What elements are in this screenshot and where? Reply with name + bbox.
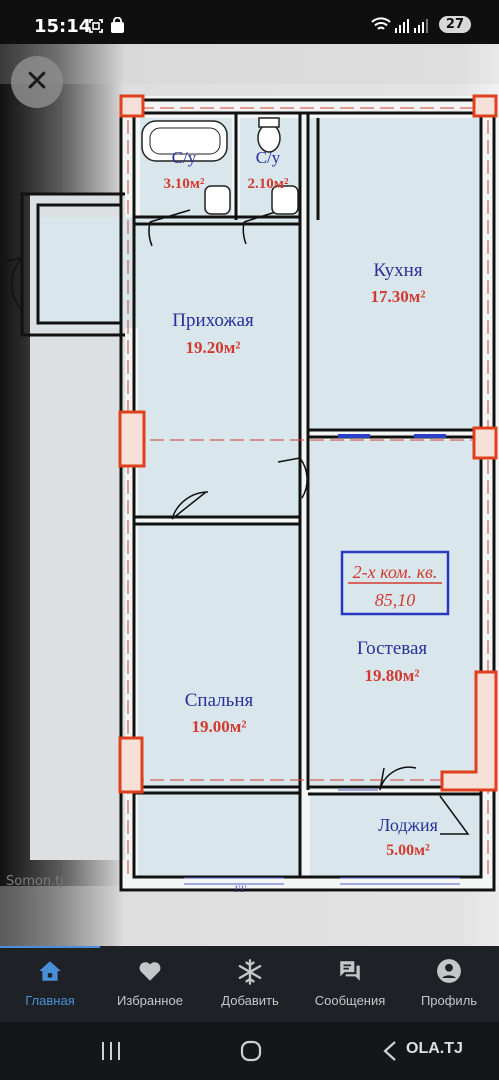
room-area-hallway: 19.20м² [186, 338, 241, 357]
shopping-bag-icon [111, 17, 124, 33]
room-name-bedroom: Спальня [185, 690, 254, 711]
wifi-icon [371, 17, 391, 30]
recent-apps-icon[interactable] [100, 1040, 122, 1062]
watermark: Somon.tj [6, 874, 64, 889]
nav-messages-label: Сообщения [314, 993, 386, 1008]
room-area-guest: 19.80м² [365, 666, 420, 685]
close-button[interactable]: ✕ [11, 56, 63, 108]
nav-home-label: Главная [25, 993, 75, 1008]
room-area-loggia: 5.00м² [386, 842, 430, 859]
floor-plan: 1'1' С/у 3.10м² С/у 2.10м² Кухня 17.30м²… [3, 94, 498, 894]
room-name-hallway: Прихожая [172, 310, 254, 331]
room-name-loggia: Лоджия [378, 815, 438, 835]
room-area-bath-1: 3.10м² [164, 176, 205, 192]
close-icon: ✕ [24, 65, 50, 98]
total-area: 85,10 [375, 590, 416, 610]
nav-favorites-label: Избранное [117, 993, 183, 1008]
apartment-type: 2-х ком. кв. [353, 562, 438, 582]
nav-add-label: Добавить [221, 993, 279, 1008]
profile-icon [437, 959, 461, 983]
home-button-icon[interactable] [239, 1039, 263, 1063]
room-name-guest: Гостевая [357, 638, 428, 659]
heart-icon [139, 962, 161, 981]
back-icon[interactable] [382, 1040, 398, 1062]
brand-label: OLA.TJ [406, 1040, 463, 1057]
room-name-bath-1: С/у [172, 148, 197, 167]
window-mark: 1'1' [234, 884, 247, 894]
notification-count-badge: 27 [438, 16, 471, 33]
nav-profile-label: Профиль [420, 993, 478, 1008]
chat-icon [340, 961, 360, 981]
room-name-kitchen: Кухня [373, 260, 422, 281]
room-name-bath-2: С/у [256, 148, 281, 167]
nav-favorites[interactable]: Избранное [100, 946, 200, 1022]
room-area-bath-2: 2.10м² [248, 176, 289, 192]
screenshot-icon [89, 19, 103, 33]
bottom-nav: Главная Избранное Добавить Сообщения Про… [0, 946, 499, 1022]
room-area-bedroom: 19.00м² [192, 717, 247, 736]
nav-profile[interactable]: Профиль [399, 946, 499, 1022]
nav-add[interactable]: Добавить [200, 946, 300, 1022]
room-area-kitchen: 17.30м² [371, 287, 426, 306]
status-bar: 15:14 27 [0, 0, 499, 44]
signal-icon [395, 19, 428, 33]
nav-messages[interactable]: Сообщения [300, 946, 400, 1022]
nav-home[interactable]: Главная [0, 946, 100, 1022]
system-nav-bar: OLA.TJ [0, 1022, 499, 1080]
home-icon [39, 961, 61, 981]
snowflake-icon [238, 959, 262, 985]
status-time: 15:14 [34, 16, 92, 37]
